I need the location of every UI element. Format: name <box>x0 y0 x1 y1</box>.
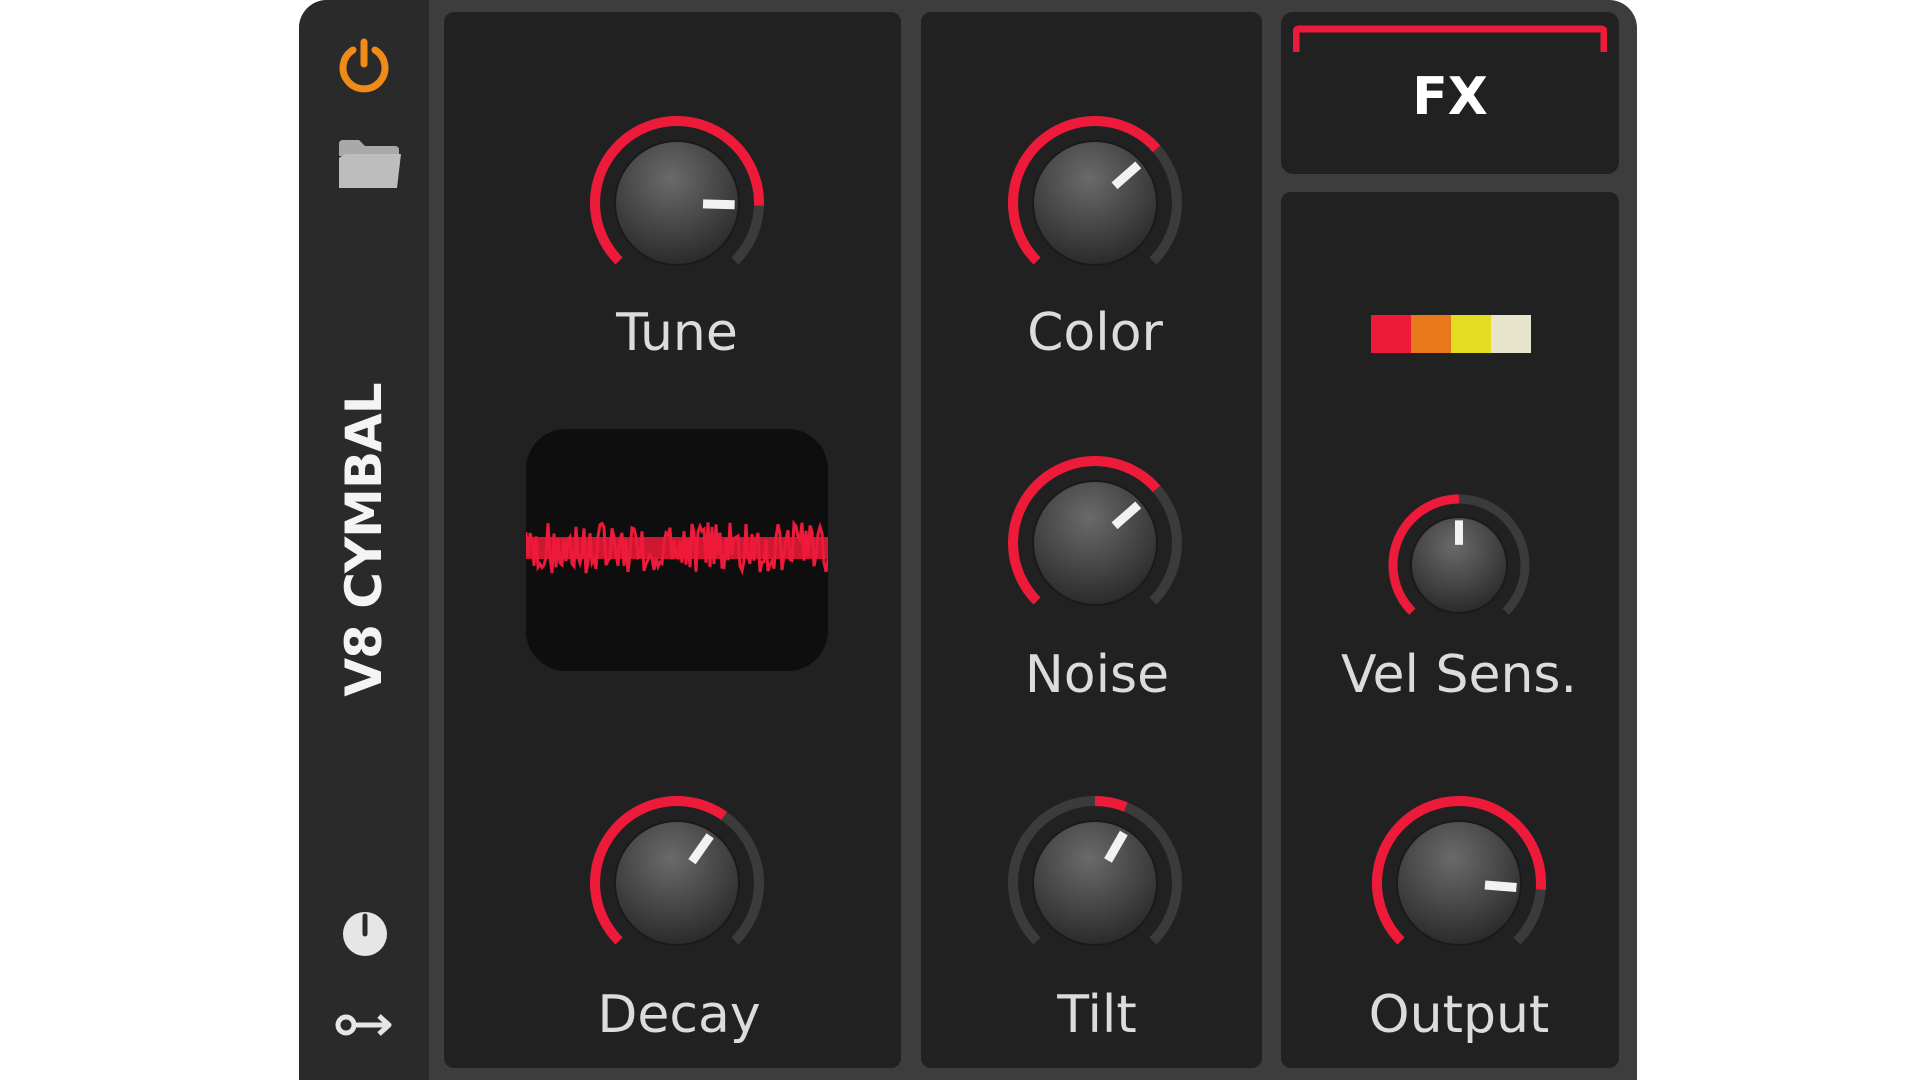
output-knob[interactable] <box>1344 768 1574 998</box>
swatch-red[interactable] <box>1371 315 1411 353</box>
power-icon[interactable] <box>335 36 393 94</box>
noise-knob[interactable] <box>980 428 1210 658</box>
tune-knob[interactable] <box>562 88 792 318</box>
noise-label: Noise <box>1024 645 1170 705</box>
swatch-yellow[interactable] <box>1451 315 1491 353</box>
modulation-knob-icon[interactable] <box>341 910 389 958</box>
knob-body <box>1032 820 1158 946</box>
knob-pointer <box>702 199 735 210</box>
output-label: Output <box>1368 985 1550 1045</box>
device-sidebar: V8 CYMBAL <box>299 0 429 1080</box>
fx-button[interactable]: FX <box>1281 12 1619 174</box>
knob-body <box>1032 480 1158 606</box>
swatch-cream[interactable] <box>1491 315 1531 353</box>
knob-pointer <box>1484 880 1517 893</box>
decay-knob[interactable] <box>562 768 792 998</box>
folder-icon[interactable] <box>337 138 403 190</box>
device-title: V8 CYMBAL <box>335 383 393 697</box>
color-knob[interactable] <box>980 88 1210 318</box>
tune-label: Tune <box>616 303 738 363</box>
swatch-orange[interactable] <box>1411 315 1451 353</box>
knob-body <box>614 820 740 946</box>
tilt-label: Tilt <box>1057 985 1137 1045</box>
fx-label: FX <box>1412 67 1488 127</box>
key-icon[interactable] <box>335 1010 395 1040</box>
waveform-display <box>526 429 828 671</box>
waveform-band <box>526 537 828 559</box>
color-swatch-bar[interactable] <box>1371 315 1531 353</box>
color-label: Color <box>1027 303 1163 363</box>
knob-value-arc <box>1094 796 1128 812</box>
decay-label: Decay <box>597 985 761 1045</box>
tilt-knob[interactable] <box>980 768 1210 998</box>
vel-sens-label: Vel Sens. <box>1340 645 1578 705</box>
knob-body <box>1032 140 1158 266</box>
